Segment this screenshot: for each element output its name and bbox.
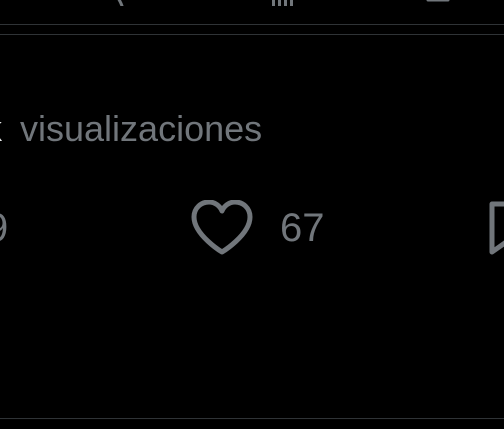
divider-bottom	[0, 418, 504, 419]
top-action-bar	[0, 0, 504, 24]
like-count: 67	[280, 206, 325, 250]
divider-section	[0, 34, 504, 35]
analytics-icon[interactable]	[270, 0, 294, 6]
view-count-label: visualizaciones	[20, 108, 263, 149]
location-pin-icon[interactable]	[108, 0, 132, 6]
divider-top	[0, 24, 504, 25]
tweet-detail-screen: k visualizaciones 9 67	[0, 0, 504, 429]
heart-icon	[191, 200, 253, 255]
view-count-row[interactable]: k visualizaciones	[0, 105, 262, 153]
view-count: k	[0, 105, 2, 153]
bookmark-icon[interactable]	[486, 200, 504, 256]
share-icon[interactable]	[426, 0, 450, 6]
reply-count[interactable]: 9	[0, 200, 8, 256]
tweet-action-bar: 9 67	[0, 196, 504, 260]
